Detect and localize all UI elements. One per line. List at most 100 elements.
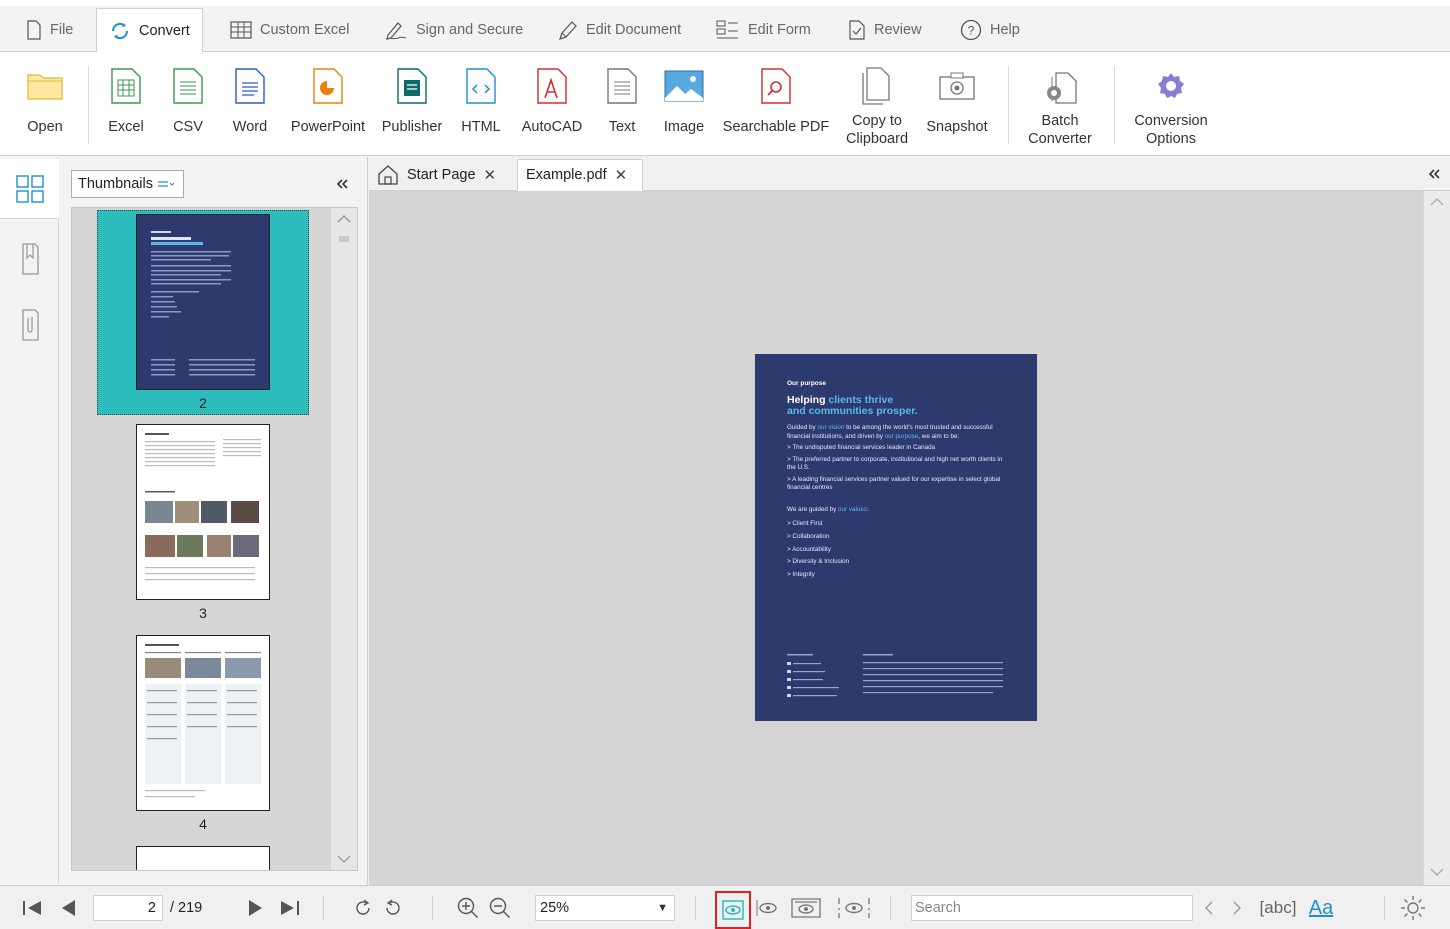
panel-view-select[interactable]: Thumbnails (71, 170, 184, 198)
eye-split-icon (838, 898, 870, 918)
document-tab-bar: Start Page ✕ Example.pdf ✕ (369, 157, 1450, 191)
double-chevron-left-icon[interactable] (1427, 168, 1441, 180)
csv-button[interactable]: CSV (162, 64, 214, 152)
chevron-down-icon: ▼ (657, 902, 668, 914)
scroll-up-icon (337, 215, 351, 223)
copy-to-clipboard-button[interactable]: Copy to Clipboard (842, 64, 912, 152)
value-item: > Integrity (787, 571, 815, 579)
ribbon-separator (1008, 66, 1009, 144)
previous-page-button[interactable] (56, 886, 80, 929)
zoom-out-icon (489, 897, 510, 918)
thumbnail-item[interactable] (97, 846, 309, 870)
menu-sign-secure[interactable]: Sign and Secure (372, 8, 535, 52)
menu-edit-form[interactable]: Edit Form (704, 8, 823, 52)
bookmarks-rail-button[interactable] (0, 229, 59, 289)
page-number-input[interactable]: 2 (93, 895, 163, 921)
bullet-item: > A leading financial services partner v… (787, 475, 1001, 492)
autocad-button[interactable]: AutoCAD (518, 64, 586, 152)
rotate-clockwise-button[interactable] (350, 886, 376, 929)
view-mode-cover-button[interactable] (834, 886, 874, 929)
title-part-highlight: and communities prosper. (787, 405, 918, 417)
text-button[interactable]: Text (596, 64, 648, 152)
menu-convert[interactable]: Convert (96, 8, 203, 53)
zoom-select[interactable]: 25% ▼ (535, 895, 675, 921)
publisher-button[interactable]: Publisher (380, 64, 444, 152)
thumbnail-list: 2 3 4 (71, 207, 358, 871)
search-next-button[interactable] (1226, 886, 1248, 929)
tab-start-page[interactable]: Start Page ✕ (369, 159, 515, 191)
dropdown-lines-icon (157, 181, 175, 187)
values-part: We are guided by (787, 505, 838, 513)
values-part: : (867, 505, 869, 513)
menu-review-label: Review (874, 22, 922, 38)
batch-converter-button[interactable]: Batch Converter (1020, 64, 1100, 152)
open-button[interactable]: Open (16, 64, 74, 152)
whole-word-toggle[interactable]: [abc] (1258, 886, 1298, 929)
value-item: > Client First (787, 519, 823, 527)
image-icon (664, 70, 704, 102)
thumbnail-item[interactable]: 2 (97, 210, 309, 415)
search-input[interactable]: Search (911, 895, 1193, 921)
menu-help[interactable]: ? Help (948, 8, 1032, 52)
attachments-rail-button[interactable] (0, 295, 59, 355)
menu-review[interactable]: Review (836, 8, 934, 52)
thumbnail-item[interactable]: 4 (97, 635, 309, 835)
folder-icon (27, 74, 63, 100)
values-list: > Client First > Collaboration > Account… (787, 518, 1005, 582)
match-case-toggle[interactable]: Aa (1304, 886, 1338, 929)
excel-icon (111, 68, 141, 104)
thumbnail-scrollbar[interactable] (331, 208, 357, 870)
eye-icon (756, 900, 777, 916)
theme-toggle-button[interactable] (1398, 886, 1428, 929)
last-page-button[interactable] (276, 886, 304, 929)
view-mode-single-page-button[interactable] (715, 891, 751, 929)
thumbnails-grid-icon (15, 174, 44, 203)
value-item: > Accountability (787, 545, 831, 553)
paragraph-part: Guided by (787, 424, 818, 431)
collapse-panel-button[interactable] (335, 177, 349, 193)
powerpoint-button[interactable]: PowerPoint (286, 64, 370, 152)
menu-help-label: Help (990, 22, 1020, 38)
next-page-icon (249, 900, 262, 916)
scroll-down-icon (337, 855, 351, 863)
zoom-in-button[interactable] (454, 886, 482, 929)
close-tab-icon[interactable]: ✕ (484, 166, 497, 184)
tab-start-page-label: Start Page (407, 167, 476, 183)
zoom-out-button[interactable] (486, 886, 514, 929)
menu-edit-document[interactable]: Edit Document (544, 8, 693, 52)
tab-example-pdf[interactable]: Example.pdf ✕ (517, 159, 643, 191)
html-button[interactable]: HTML (454, 64, 508, 152)
html-icon (466, 68, 496, 104)
searchable-pdf-button[interactable]: Searchable PDF (720, 64, 832, 152)
menu-file[interactable]: File (14, 8, 85, 52)
conversion-options-button[interactable]: Conversion Options (1128, 64, 1214, 152)
search-previous-button[interactable] (1198, 886, 1220, 929)
thumbnail-item[interactable]: 3 (97, 424, 309, 624)
view-mode-continuous-button[interactable] (754, 886, 780, 929)
next-page-button[interactable] (244, 886, 268, 929)
menu-bar: File Convert Custom Excel Sign and Secur… (0, 0, 1450, 53)
excel-button[interactable]: Excel (100, 64, 152, 152)
document-scrollbar[interactable] (1423, 191, 1450, 885)
snapshot-button[interactable]: Snapshot (922, 64, 992, 152)
thumbnails-rail-button[interactable] (0, 159, 59, 219)
page-heading-small: Our purpose (787, 380, 827, 387)
status-separator (1384, 896, 1385, 920)
menu-custom-excel[interactable]: Custom Excel (218, 8, 361, 52)
word-button[interactable]: Word (224, 64, 276, 152)
eye-page-icon (722, 900, 744, 920)
image-button[interactable]: Image (658, 64, 710, 152)
rotate-counterclockwise-button[interactable] (380, 886, 406, 929)
rotate-counterclockwise-icon (386, 899, 400, 915)
powerpoint-icon (313, 68, 343, 104)
chevron-left-icon (1205, 901, 1213, 915)
values-highlight: our values (838, 505, 868, 513)
menu-sign-secure-label: Sign and Secure (416, 22, 524, 38)
paragraph-highlight: our vision (817, 424, 845, 431)
scroll-thumb[interactable] (339, 236, 349, 242)
close-tab-icon[interactable]: ✕ (615, 166, 628, 184)
view-mode-facing-button[interactable] (788, 886, 824, 929)
menu-edit-document-label: Edit Document (586, 22, 682, 38)
first-page-button[interactable] (18, 886, 46, 929)
text-label: Text (608, 119, 636, 135)
